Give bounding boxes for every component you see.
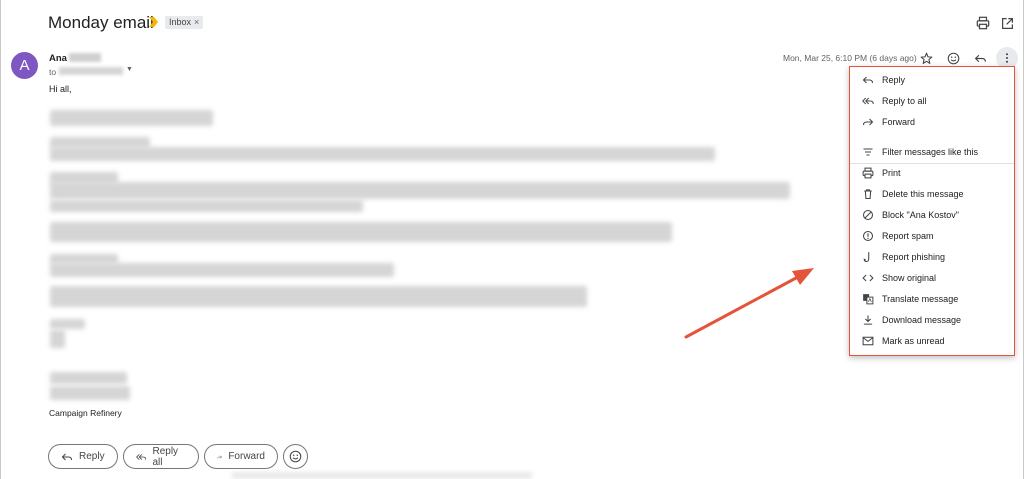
print-icon [861,166,875,180]
forward-icon [861,115,875,129]
menu-item-delete[interactable]: Delete this message [850,183,1014,204]
menu-item-label: Forward [882,116,916,127]
menu-item-reply[interactable]: Reply [850,69,1014,90]
reply-all-icon [861,94,875,108]
menu-item-label: Block "Ana Kostov" [882,209,959,220]
menu-item-forward[interactable]: Forward [850,111,1014,132]
code-icon [861,271,875,285]
translate-icon [861,292,875,306]
menu-item-block[interactable]: Block "Ana Kostov" [850,204,1014,225]
menu-item-mark-unread[interactable]: Mark as unread [850,330,1014,351]
menu-item-label: Filter messages like this [882,146,979,157]
menu-item-reply-all[interactable]: Reply to all [850,90,1014,111]
download-icon [861,313,875,327]
filter-icon [861,145,875,159]
menu-item-label: Report phishing [882,251,946,262]
menu-item-download[interactable]: Download message [850,309,1014,330]
menu-item-label: Print [882,167,901,178]
phishing-icon [861,250,875,264]
menu-item-label: Show original [882,272,937,283]
menu-item-print[interactable]: Print [850,162,1014,183]
message-options-menu: Reply Reply to all Forward Filter messag… [849,66,1015,356]
mail-icon [861,334,875,348]
menu-item-report-spam[interactable]: Report spam [850,225,1014,246]
reply-icon [861,73,875,87]
block-icon [861,208,875,222]
menu-item-label: Download message [882,314,962,325]
menu-item-label: Report spam [882,230,934,241]
menu-item-filter[interactable]: Filter messages like this [850,141,1014,162]
menu-item-label: Reply [882,74,906,85]
menu-item-translate[interactable]: Translate message [850,288,1014,309]
menu-item-label: Mark as unread [882,335,945,346]
menu-item-label: Delete this message [882,188,964,199]
menu-item-show-original[interactable]: Show original [850,267,1014,288]
spam-icon [861,229,875,243]
menu-item-report-phishing[interactable]: Report phishing [850,246,1014,267]
trash-icon [861,187,875,201]
menu-item-label: Translate message [882,293,959,304]
menu-item-label: Reply to all [882,95,927,106]
